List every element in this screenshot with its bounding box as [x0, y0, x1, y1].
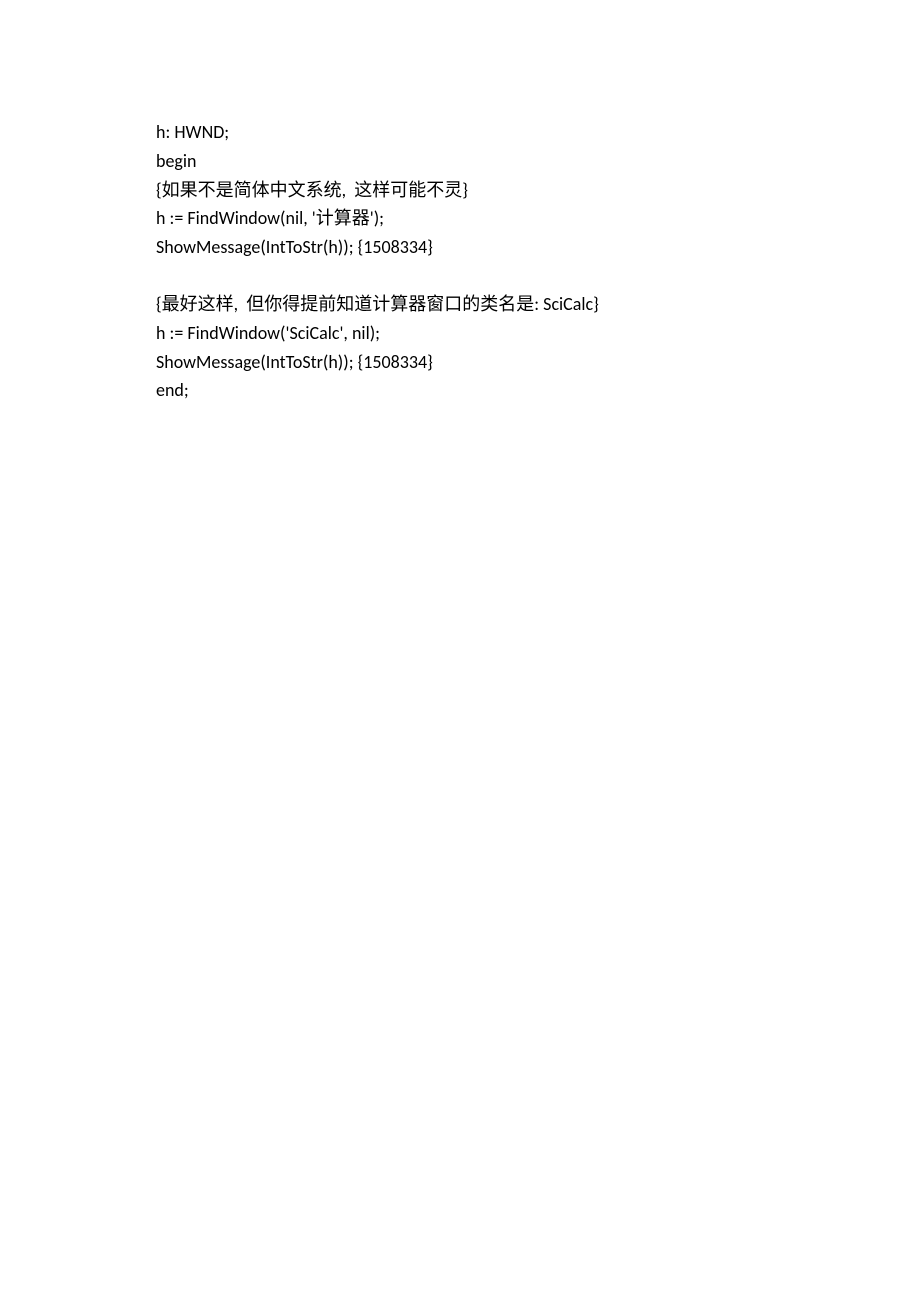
code-line: ShowMessage(IntToStr(h)); {1508334}: [156, 348, 920, 377]
code-line: h := FindWindow(nil, '计算器');: [156, 204, 920, 233]
code-line: end;: [156, 376, 920, 405]
code-line: begin: [156, 147, 920, 176]
code-line: h := FindWindow('SciCalc', nil);: [156, 319, 920, 348]
code-line: ShowMessage(IntToStr(h)); {1508334}: [156, 233, 920, 262]
blank-line: [156, 262, 920, 290]
code-line: {如果不是简体中文系统, 这样可能不灵}: [156, 176, 920, 205]
code-block: h: HWND; begin {如果不是简体中文系统, 这样可能不灵} h :=…: [156, 118, 920, 405]
code-line: h: HWND;: [156, 118, 920, 147]
code-line: {最好这样, 但你得提前知道计算器窗口的类名是: SciCalc}: [156, 290, 920, 319]
